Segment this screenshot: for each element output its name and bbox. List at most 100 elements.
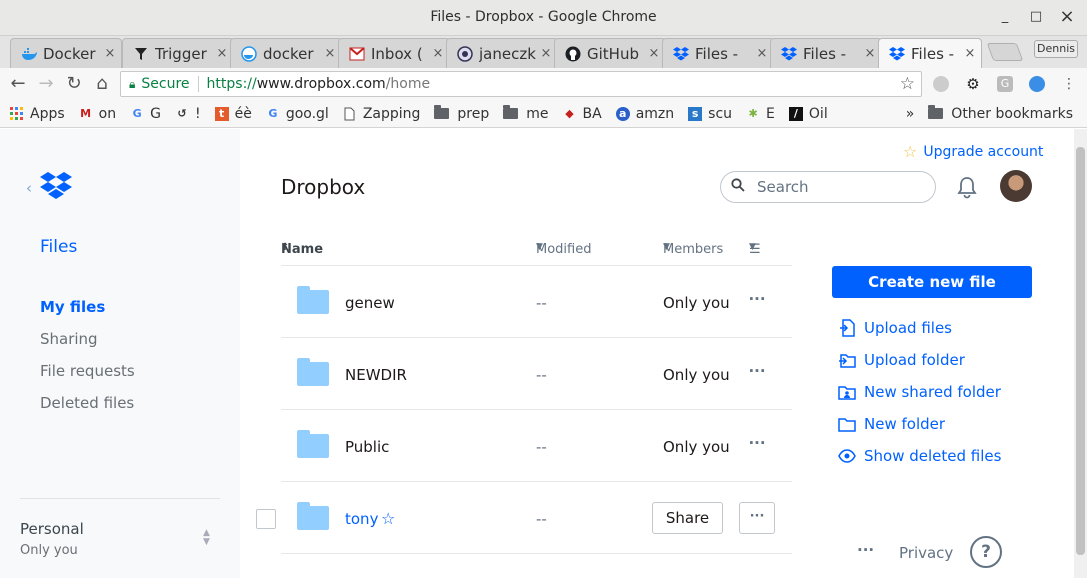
file-name[interactable]: Public (345, 438, 389, 456)
more-options-button[interactable]: ··· (739, 502, 775, 534)
search-placeholder: Search (757, 178, 809, 196)
more-options-button[interactable]: ··· (747, 434, 767, 452)
file-members: Only you (663, 294, 730, 312)
bookmark-bang[interactable]: ↺! (175, 105, 201, 122)
sidebar-item-deleted-files[interactable]: Deleted files (40, 393, 135, 425)
tab-files-2[interactable]: Files - × (770, 38, 882, 68)
help-button[interactable]: ? (970, 536, 1002, 568)
account-name[interactable]: Personal (20, 520, 84, 538)
row-checkbox[interactable] (256, 509, 276, 529)
sidebar-section-files[interactable]: Files (40, 237, 77, 257)
tab-close-icon[interactable]: × (215, 46, 229, 61)
tab-docker-2[interactable]: docker × (230, 38, 342, 68)
upload-files-action[interactable]: Upload files (838, 312, 1001, 344)
close-window-button[interactable]: × (1058, 8, 1076, 26)
new-folder-action[interactable]: New folder (838, 408, 1001, 440)
forward-icon[interactable]: → (36, 74, 56, 94)
tab-docker[interactable]: Docker × (10, 38, 122, 68)
new-shared-folder-action[interactable]: New shared folder (838, 376, 1001, 408)
back-icon[interactable]: ← (8, 74, 28, 94)
tab-close-icon[interactable]: × (323, 46, 337, 61)
footer-more-button[interactable]: ··· (857, 541, 874, 559)
address-bar[interactable]: 🔒︎ Secure https:// www.dropbox.com /home… (120, 71, 922, 97)
file-name[interactable]: genew (345, 294, 395, 312)
create-new-file-button[interactable]: Create new file (832, 266, 1032, 298)
tab-janeczk[interactable]: janeczk × (446, 38, 558, 68)
bookmarks-overflow[interactable]: » (906, 106, 915, 122)
upgrade-account-link[interactable]: ☆ Upgrade account (903, 142, 1043, 161)
ba-icon: ◆ (565, 106, 574, 120)
tab-close-icon[interactable]: × (539, 46, 553, 61)
tab-close-icon[interactable]: × (431, 46, 445, 61)
sidebar-item-my-files[interactable]: My files (40, 297, 135, 329)
file-name[interactable]: NEWDIR (345, 366, 407, 384)
upload-folder-action[interactable]: Upload folder (838, 344, 1001, 376)
other-bookmarks[interactable]: Other bookmarks (928, 105, 1073, 122)
bookmark-scu[interactable]: s scu (688, 106, 732, 122)
profile-button[interactable]: Dennis (1034, 40, 1078, 58)
menu-icon[interactable]: ⋮ (1061, 76, 1077, 92)
scrollbar-thumb[interactable] (1076, 147, 1085, 555)
tab-close-icon[interactable]: × (963, 46, 977, 61)
extension-circle-icon[interactable] (933, 76, 949, 92)
table-row[interactable]: tony ☆ -- Share ··· (256, 482, 792, 554)
bookmark-zapping[interactable]: Zapping (343, 106, 420, 122)
extension-g-icon[interactable]: G (997, 76, 1013, 92)
show-deleted-files-action[interactable]: Show deleted files (838, 440, 1001, 472)
search-input[interactable]: Search (720, 171, 936, 203)
bookmark-star-icon[interactable]: ☆ (900, 74, 915, 94)
scu-icon: s (688, 106, 703, 121)
bookmark-ee[interactable]: t éè (214, 105, 252, 122)
collapse-chevron-icon[interactable]: ‹ (26, 179, 32, 197)
tab-github[interactable]: GitHub × (554, 38, 666, 68)
privacy-link[interactable]: Privacy (899, 544, 953, 562)
tab-inbox[interactable]: Inbox ( × (338, 38, 450, 68)
bookmark-label: éè (234, 105, 252, 122)
more-options-button[interactable]: ··· (747, 362, 767, 380)
share-button[interactable]: Share (652, 502, 723, 534)
window-titlebar: Files - Dropbox - Google Chrome _ □ × (0, 0, 1087, 36)
bookmark-amzn[interactable]: a amzn (615, 106, 674, 122)
tab-label: Files - (695, 44, 739, 63)
tab-files-1[interactable]: Files - × (662, 38, 774, 68)
new-tab-button[interactable] (986, 43, 1024, 61)
dropbox-logo-icon[interactable] (40, 172, 72, 204)
table-row[interactable]: genew -- Only you ··· (281, 266, 792, 338)
bookmark-folder-me[interactable]: me (503, 105, 549, 122)
folder-icon (297, 286, 329, 314)
tab-trigger[interactable]: Trigger × (122, 38, 234, 68)
bookmark-g[interactable]: GG (130, 106, 161, 122)
tab-close-icon[interactable]: × (647, 46, 661, 61)
table-row[interactable]: Public -- Only you ··· (281, 410, 792, 482)
file-name[interactable]: tony (345, 510, 378, 528)
file-members: Only you (663, 438, 730, 456)
home-icon[interactable]: ⌂ (92, 74, 112, 94)
bookmark-folder-prep[interactable]: prep (434, 105, 489, 122)
bookmark-oil[interactable]: / Oil (788, 106, 828, 122)
bookmark-label: ! (194, 105, 201, 122)
extension-globe-icon[interactable] (1029, 76, 1045, 92)
reload-icon[interactable]: ↻ (64, 74, 84, 94)
bookmark-apps[interactable]: Apps (10, 106, 65, 122)
page-scrollbar[interactable] (1074, 129, 1087, 578)
sidebar-item-file-requests[interactable]: File requests (40, 361, 135, 393)
maximize-button[interactable]: □ (1027, 8, 1045, 26)
account-switch-icon[interactable]: ▲ ▼ (203, 529, 210, 547)
tab-files-active[interactable]: Files - × (878, 38, 982, 68)
more-options-button[interactable]: ··· (747, 290, 767, 308)
sidebar-item-sharing[interactable]: Sharing (40, 329, 135, 361)
bookmark-on[interactable]: Mon (79, 106, 116, 122)
extension-gnome-icon[interactable]: ⚙ (965, 76, 981, 92)
file-modified: -- (536, 510, 547, 528)
avatar[interactable] (1000, 170, 1032, 202)
tab-close-icon[interactable]: × (863, 46, 877, 61)
table-row[interactable]: NEWDIR -- Only you ··· (281, 338, 792, 410)
bookmark-googl[interactable]: Ggoo.gl (266, 106, 329, 122)
tab-close-icon[interactable]: × (755, 46, 769, 61)
tab-close-icon[interactable]: × (103, 46, 117, 61)
minimize-button[interactable]: _ (996, 8, 1014, 26)
bookmark-e[interactable]: ✱ E (746, 106, 774, 122)
bell-icon[interactable] (956, 175, 978, 203)
bookmark-ba[interactable]: ◆ BA (563, 106, 601, 122)
star-outline-icon[interactable]: ☆ (381, 509, 395, 528)
